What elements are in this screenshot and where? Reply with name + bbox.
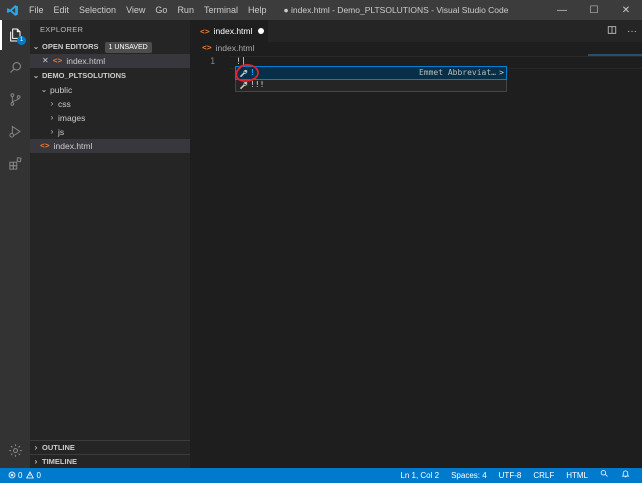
menu-view[interactable]: View bbox=[121, 0, 150, 20]
suggestion-detail: Emmet Abbreviat… bbox=[418, 68, 496, 77]
warning-count: 0 bbox=[36, 471, 41, 480]
manage-gear-icon[interactable] bbox=[0, 435, 30, 465]
chevron-down-icon: ⌄ bbox=[32, 71, 40, 80]
html-file-icon: <> bbox=[202, 43, 212, 52]
menu-file[interactable]: File bbox=[24, 0, 49, 20]
html-file-icon: <> bbox=[200, 26, 210, 36]
indentation[interactable]: Spaces: 4 bbox=[445, 468, 493, 483]
menu-terminal[interactable]: Terminal bbox=[199, 0, 243, 20]
chevron-down-icon: ⌄ bbox=[32, 42, 40, 51]
cursor-position[interactable]: Ln 1, Col 2 bbox=[394, 468, 445, 483]
problems-indicator[interactable]: 0 0 bbox=[0, 470, 41, 481]
editor-actions: ··· bbox=[602, 20, 642, 42]
extensions-icon[interactable] bbox=[0, 148, 30, 178]
notifications-bell-icon[interactable] bbox=[615, 468, 636, 483]
maximize-button[interactable]: ☐ bbox=[578, 0, 610, 20]
timeline-section-header[interactable]: › TIMELINE bbox=[30, 454, 190, 468]
more-actions-icon[interactable]: ··· bbox=[622, 26, 642, 37]
explorer-badge: 1 bbox=[17, 36, 26, 45]
split-editor-icon[interactable] bbox=[602, 25, 622, 38]
chevron-right-icon: › bbox=[50, 113, 54, 122]
suggest-widget: ! Emmet Abbreviat… > !!! bbox=[235, 66, 507, 92]
menu-selection[interactable]: Selection bbox=[74, 0, 121, 20]
close-window-button[interactable]: ✕ bbox=[610, 0, 642, 20]
chevron-right-icon: › bbox=[34, 456, 38, 466]
folder-label: DEMO_PLTSOLUTIONS bbox=[42, 71, 127, 80]
tree-folder-css[interactable]: › css bbox=[30, 97, 190, 111]
language-mode[interactable]: HTML bbox=[560, 468, 594, 483]
tree-folder-public[interactable]: ⌄ public bbox=[30, 83, 190, 97]
files-icon[interactable]: 1 bbox=[0, 20, 30, 50]
open-editors-header[interactable]: ⌄ OPEN EDITORS 1 UNSAVED bbox=[30, 40, 190, 54]
tree-file-label: index.html bbox=[53, 141, 93, 151]
minimap-slider[interactable] bbox=[588, 54, 642, 56]
tree-folder-images[interactable]: › images bbox=[30, 111, 190, 125]
outline-section-header[interactable]: › OUTLINE bbox=[30, 440, 190, 454]
chevron-down-icon: ⌄ bbox=[40, 85, 48, 94]
suggestion-item[interactable]: !!! bbox=[236, 79, 506, 91]
encoding[interactable]: UTF-8 bbox=[493, 468, 528, 483]
tab-index-html[interactable]: <> index.html bbox=[190, 20, 268, 42]
menu-edit[interactable]: Edit bbox=[49, 0, 75, 20]
open-editor-filename: index.html bbox=[66, 56, 106, 66]
search-icon[interactable] bbox=[0, 52, 30, 82]
chevron-right-icon: › bbox=[50, 127, 54, 136]
unsaved-badge: 1 UNSAVED bbox=[104, 41, 152, 53]
window-controls: — ☐ ✕ bbox=[546, 0, 642, 20]
error-icon bbox=[8, 471, 16, 481]
editor-tab-bar: <> index.html ··· bbox=[190, 20, 642, 42]
read-more-chevron-icon[interactable]: > bbox=[499, 67, 504, 79]
breadcrumb[interactable]: <> index.html bbox=[190, 42, 254, 54]
timeline-label: TIMELINE bbox=[42, 456, 77, 466]
outline-label: OUTLINE bbox=[42, 442, 75, 452]
status-bar: 0 0 Ln 1, Col 2 Spaces: 4 UTF-8 CRLF HTM… bbox=[0, 468, 642, 483]
run-debug-icon[interactable] bbox=[0, 116, 30, 146]
vscode-logo-icon bbox=[0, 0, 24, 20]
close-icon[interactable]: ✕ bbox=[42, 54, 49, 68]
menu-bar: File Edit Selection View Go Run Terminal… bbox=[24, 0, 271, 20]
suggestion-item[interactable]: ! Emmet Abbreviat… > bbox=[235, 66, 507, 80]
chevron-right-icon: › bbox=[50, 99, 54, 108]
html-file-icon: <> bbox=[52, 56, 63, 65]
tree-folder-js[interactable]: › js bbox=[30, 125, 190, 139]
sidebar-title: EXPLORER bbox=[40, 25, 84, 34]
unsaved-dot-icon[interactable] bbox=[258, 28, 265, 34]
menu-go[interactable]: Go bbox=[150, 0, 172, 20]
source-control-icon[interactable] bbox=[0, 84, 30, 114]
tree-folder-label: js bbox=[58, 127, 65, 137]
code-editor[interactable]: 1 ! bbox=[190, 54, 642, 468]
chevron-right-icon: › bbox=[34, 442, 38, 452]
open-editor-item[interactable]: ✕ <> index.html bbox=[30, 54, 190, 68]
menu-help[interactable]: Help bbox=[243, 0, 272, 20]
status-bar-right: Ln 1, Col 2 Spaces: 4 UTF-8 CRLF HTML bbox=[394, 468, 636, 483]
error-count: 0 bbox=[18, 471, 23, 480]
tree-folder-label: css bbox=[58, 99, 71, 109]
html-file-icon: <> bbox=[40, 141, 50, 150]
warning-icon bbox=[26, 470, 35, 481]
tree-folder-label: images bbox=[58, 113, 86, 123]
title-bar: File Edit Selection View Go Run Terminal… bbox=[0, 0, 642, 20]
line-number: 1 bbox=[210, 57, 216, 67]
breadcrumb-file: index.html bbox=[215, 43, 255, 53]
feedback-icon[interactable] bbox=[594, 468, 615, 483]
tab-label: index.html bbox=[213, 26, 253, 36]
end-of-line[interactable]: CRLF bbox=[527, 468, 560, 483]
tree-file-index[interactable]: <> index.html bbox=[30, 139, 190, 153]
folder-header[interactable]: ⌄ DEMO_PLTSOLUTIONS bbox=[30, 69, 190, 83]
open-editors-label: OPEN EDITORS bbox=[42, 42, 99, 51]
minimize-button[interactable]: — bbox=[546, 0, 578, 20]
tree-folder-label: public bbox=[50, 85, 73, 95]
explorer-sidebar: EXPLORER ⌄ OPEN EDITORS 1 UNSAVED ✕ <> i… bbox=[30, 20, 190, 468]
annotation-circle bbox=[235, 64, 259, 82]
menu-run[interactable]: Run bbox=[172, 0, 199, 20]
activity-bar: 1 bbox=[0, 20, 30, 468]
